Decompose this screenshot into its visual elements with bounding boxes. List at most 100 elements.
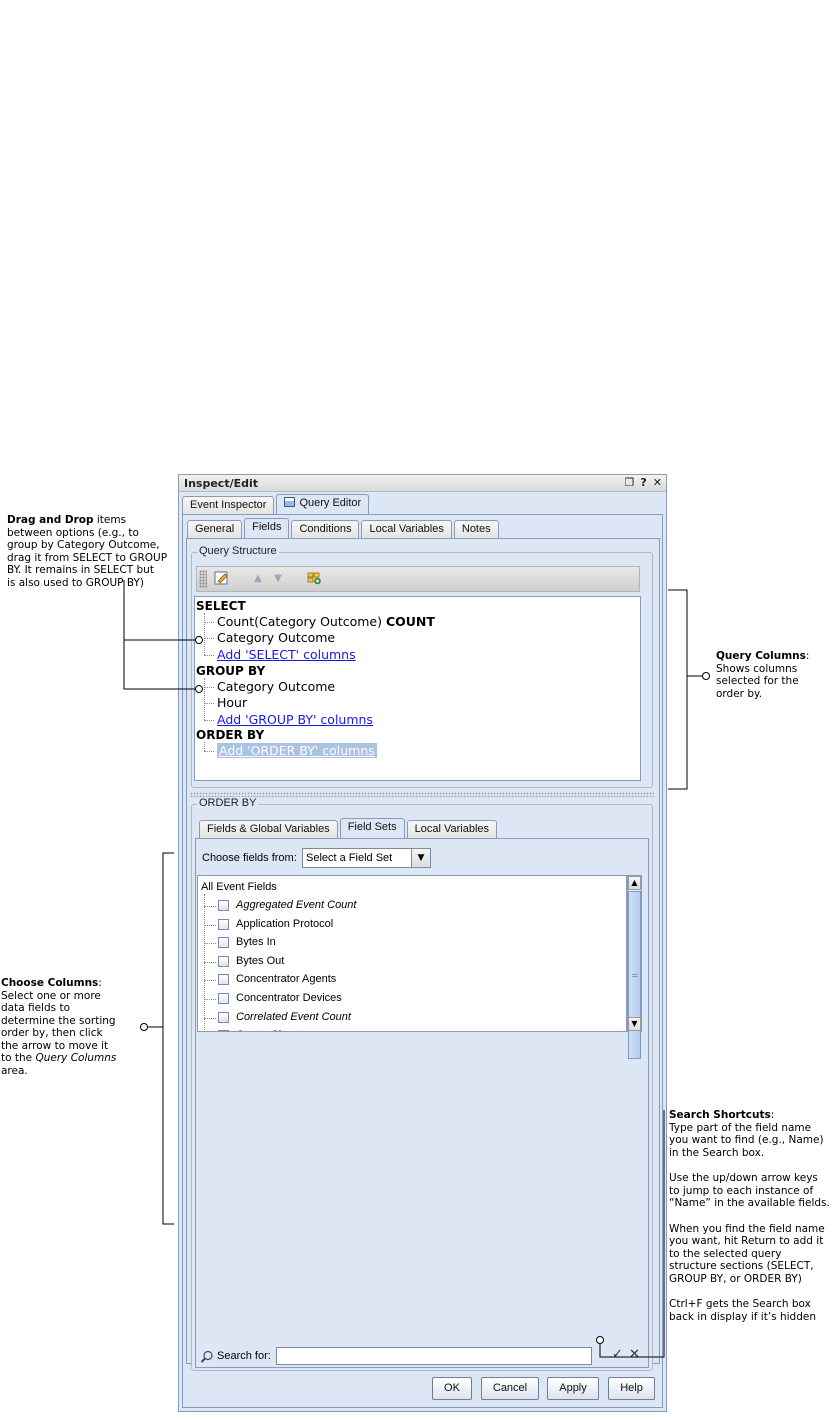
tab-query-editor[interactable]: Query Editor [276,494,370,514]
drag-callout-line: is also used to GROUP BY) [7,576,144,589]
field-set-value: Select a Field Set [306,852,393,864]
add-column-icon[interactable] [305,570,323,588]
choose-callout-line: to the [1,1052,33,1064]
detach-icon[interactable]: ❐ [625,476,635,489]
tab-field-sets[interactable]: Field Sets [339,818,405,838]
search-callout-line: “Name” in the available fields. [669,1197,830,1209]
connector-dot [702,672,710,680]
search-callout-line: to jump to each instance of [669,1184,814,1197]
order-by-tab-bar: Fields & Global Variables Field Sets Loc… [199,818,499,838]
sub-tab-bar: General Fields Conditions Local Variable… [187,518,501,538]
connector-dot [140,1023,148,1031]
search-callout-line: in the Search box. [669,1146,765,1159]
field-list: All Event Fields Aggregated Event Count A… [197,875,627,1032]
chevron-down-icon[interactable]: ▼ [411,849,430,867]
splitter-handle[interactable] [190,792,654,797]
order-by-header: ORDER BY [196,728,265,742]
field-checkbox[interactable] [218,993,229,1004]
top-tab-bar: Event Inspector Query Editor [182,494,371,514]
query-columns-callout: Query Columns: Shows columns selected fo… [716,650,836,700]
select-item-label: Count(Category Outcome) [217,614,382,629]
tab-event-inspector[interactable]: Event Inspector [182,496,275,514]
add-group-by-columns-link[interactable]: Add 'GROUP BY' columns [217,712,373,727]
search-callout-line: When you find the field name [669,1222,825,1235]
choose-callout-italic: Query Columns [35,1052,117,1064]
add-select-columns-link[interactable]: Add 'SELECT' columns [217,647,356,662]
tree-item[interactable]: Category Outcome [217,630,335,645]
field-checkbox[interactable] [218,974,229,986]
tab-fields-global-variables[interactable]: Fields & Global Variables [199,820,338,838]
drag-callout-title: Drag and Drop [7,514,94,526]
choose-callout-title: Choose Columns [1,977,99,989]
field-label: Application Protocol [236,917,334,930]
toolbar-grip [199,570,207,588]
clear-search-icon[interactable]: ✕ [629,1347,640,1362]
search-icon [200,1349,214,1363]
search-callout-line: you want to find (e.g., Name) [669,1134,824,1146]
search-callout-line: to the selected query [669,1247,782,1260]
search-callout-line: structure sections (SELECT, [669,1260,814,1272]
search-callout-line: Ctrl+F gets the Search box [669,1298,811,1310]
help-icon[interactable]: ? [640,476,646,489]
add-order-by-columns-link[interactable]: Add 'ORDER BY' columns [217,743,377,758]
move-down-icon[interactable]: ▼ [269,570,287,588]
cancel-label: Cancel [492,1382,528,1394]
tab-order-local-variables[interactable]: Local Variables [406,820,498,838]
tab-fields[interactable]: Fields [244,518,290,538]
tab-notes[interactable]: Notes [453,520,499,538]
tab-label: Field Sets [347,821,397,833]
tab-conditions[interactable]: Conditions [291,520,360,538]
check-icon[interactable]: ✓ [612,1347,623,1362]
field-checkbox[interactable] [218,955,229,967]
cancel-button[interactable]: Cancel [481,1377,539,1400]
scroll-thumb[interactable] [628,891,641,1059]
choose-fields-label: Choose fields from: [202,852,297,864]
field-checkbox[interactable] [218,900,229,911]
field-checkbox[interactable] [218,937,229,949]
tab-label: Local Variables [369,523,444,535]
field-checkbox[interactable] [218,1030,229,1031]
tree-item[interactable]: Category Outcome [217,679,335,694]
tab-label: General [195,523,235,535]
query-cols-title: Query Columns [716,650,806,662]
move-up-icon[interactable]: ▲ [249,570,267,588]
ok-button[interactable]: OK [432,1377,472,1400]
field-set-dropdown[interactable]: Select a Field Set ▼ [302,848,431,868]
tab-local-variables[interactable]: Local Variables [361,520,452,538]
search-callout-line: you want, hit Return to add it [669,1235,824,1247]
order-by-legend: ORDER BY [197,797,259,809]
field-list-scrollbar[interactable]: ▲ ▼ [627,875,642,1059]
field-label: Crypto Signature [236,1029,319,1031]
field-label: Bytes Out [236,954,285,967]
search-input[interactable] [276,1347,592,1365]
query-editor-icon [284,497,296,507]
query-cols-line: order by. [716,687,763,700]
drag-callout-line: BY. It remains in SELECT but [7,564,154,576]
scroll-down-icon[interactable]: ▼ [628,1017,641,1031]
search-callout-line: GROUP BY, or ORDER BY) [669,1272,802,1285]
select-count-label: COUNT [385,614,435,629]
choose-callout-line: determine the sorting [1,1014,116,1027]
tab-general[interactable]: General [187,520,243,538]
field-label: Aggregated Event Count [236,899,357,911]
tree-item[interactable]: Count(Category Outcome) COUNT [217,614,435,629]
apply-button[interactable]: Apply [547,1377,599,1400]
drag-callout-line: drag it from SELECT to GROUP [7,551,168,564]
field-checkbox[interactable] [218,918,229,930]
query-columns-bracket [668,589,688,790]
drag-drop-callout: Drag and Drop items between options (e.g… [7,514,177,589]
apply-label: Apply [559,1382,587,1394]
tab-label: Local Variables [414,823,490,835]
scroll-up-icon[interactable]: ▲ [628,876,641,890]
ok-label: OK [444,1382,460,1394]
tree-item[interactable]: Hour [217,695,247,710]
query-structure-tree: SELECT Count(Category Outcome) COUNT Cat… [194,596,641,781]
search-callout-line: Type part of the field name [669,1121,812,1134]
choose-callout-end: area. [1,1064,28,1077]
close-icon[interactable]: ✕ [653,476,662,489]
help-button[interactable]: Help [608,1377,655,1400]
tab-label: Fields [252,521,282,533]
field-checkbox[interactable] [218,1011,229,1023]
search-callout-line: back in display if it’s hidden [669,1310,816,1323]
edit-icon[interactable] [213,570,231,588]
